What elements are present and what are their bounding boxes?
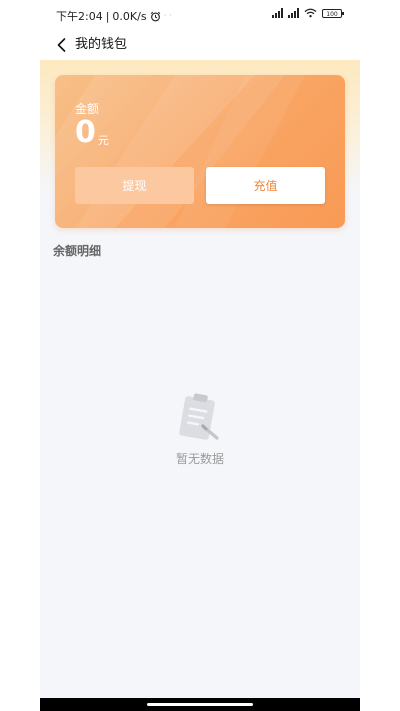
status-time: 下午2:04 [56, 10, 103, 23]
wallet-screen: 下午2:04 | 0.0K/s · · 100 我的钱包 金额 0 元 提现 充… [40, 0, 360, 711]
back-arrow-icon[interactable] [52, 35, 72, 55]
balance-details-title: 余额明细 [53, 244, 102, 258]
signal-icon-2 [288, 8, 299, 18]
navigation-bar [40, 698, 360, 711]
status-bar: 下午2:04 | 0.0K/s · · 100 [40, 0, 360, 30]
balance-amount: 0 [75, 115, 96, 150]
empty-clipboard-icon [179, 393, 219, 440]
empty-state: 暂无数据 [40, 390, 360, 467]
status-left: 下午2:04 | 0.0K/s · · [56, 8, 172, 24]
amount-row: 0 元 [75, 116, 109, 150]
battery-icon: 100 [322, 8, 344, 18]
nav-bar: 我的钱包 [40, 30, 360, 60]
status-separator: | [105, 9, 110, 23]
status-network-speed: 0.0K/s [112, 9, 147, 23]
home-indicator[interactable] [147, 703, 253, 706]
card-decoration [55, 75, 305, 228]
empty-text: 暂无数据 [175, 452, 224, 466]
signal-icon [272, 8, 283, 18]
status-right: 100 [272, 8, 344, 18]
withdraw-button[interactable]: 提现 [75, 167, 194, 204]
wifi-icon [304, 8, 317, 18]
page-title: 我的钱包 [75, 37, 128, 52]
status-dots: · · [163, 11, 173, 21]
alarm-icon [150, 11, 160, 21]
balance-unit: 元 [97, 134, 109, 147]
recharge-button[interactable]: 充值 [206, 167, 325, 204]
balance-card: 金额 0 元 提现 充值 [55, 75, 345, 228]
